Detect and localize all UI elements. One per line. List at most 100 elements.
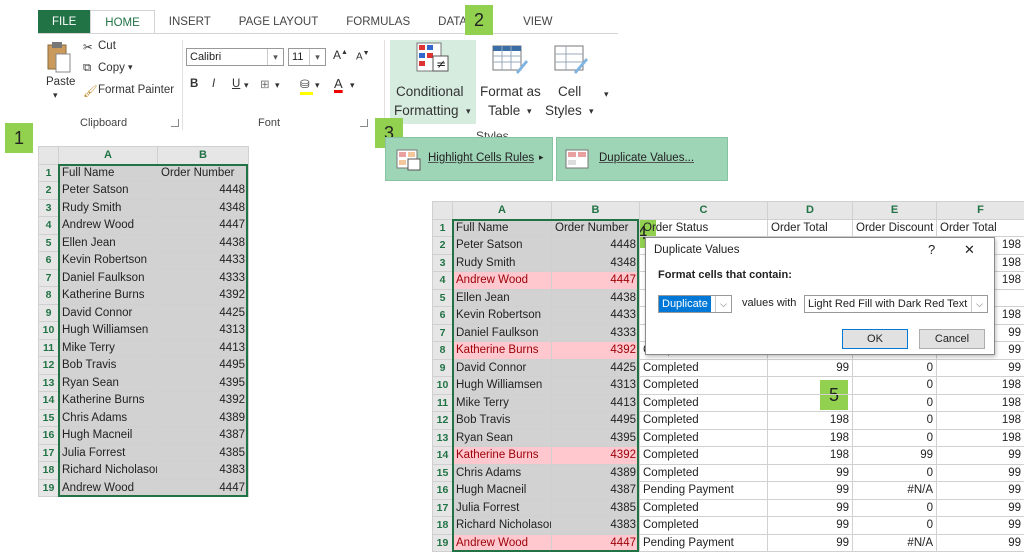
cell[interactable]: 4392 <box>157 391 249 410</box>
cell[interactable]: 4387 <box>551 481 640 500</box>
row-header[interactable]: 17 <box>432 498 453 517</box>
cell[interactable]: 99 <box>936 533 1024 552</box>
tab-page-layout[interactable]: PAGE LAYOUT <box>225 10 332 34</box>
cell[interactable]: 99 <box>936 516 1024 535</box>
chevron-down-icon[interactable]: ▾ <box>309 49 325 65</box>
cell[interactable]: 4448 <box>157 181 249 200</box>
column-header[interactable]: E <box>852 201 937 220</box>
row-header[interactable]: 8 <box>432 341 453 360</box>
chevron-down-icon[interactable]: ⌵ <box>971 296 987 312</box>
cell[interactable]: Hugh Williamsen <box>58 321 158 340</box>
row-header[interactable]: 3 <box>38 198 59 217</box>
cell[interactable]: 99 <box>767 358 853 377</box>
row-header[interactable]: 12 <box>432 411 453 430</box>
row-header[interactable]: 19 <box>432 533 453 552</box>
row-header[interactable]: 1 <box>38 163 59 182</box>
cell[interactable]: 4392 <box>157 286 249 305</box>
cell[interactable]: Andrew Wood <box>452 271 552 290</box>
row-header[interactable]: 18 <box>38 461 59 480</box>
cell[interactable] <box>767 376 853 395</box>
cell[interactable]: Andrew Wood <box>58 216 158 235</box>
chevron-down-icon[interactable]: ⌵ <box>715 296 731 312</box>
row-header[interactable]: 7 <box>432 323 453 342</box>
help-icon[interactable]: ? <box>928 242 935 257</box>
cell[interactable]: Ellen Jean <box>452 288 552 307</box>
column-header[interactable]: D <box>767 201 853 220</box>
row-header[interactable]: 14 <box>432 446 453 465</box>
cell[interactable]: Rudy Smith <box>58 198 158 217</box>
ok-button[interactable]: OK <box>842 329 908 349</box>
row-header[interactable]: 15 <box>38 408 59 427</box>
row-header[interactable]: 10 <box>432 376 453 395</box>
column-header[interactable]: A <box>58 146 158 165</box>
chevron-down-icon[interactable]: ▾ <box>244 80 249 91</box>
format-painter-icon[interactable]: 🖌 <box>83 84 98 98</box>
cell[interactable]: Order Number <box>157 163 249 182</box>
cell[interactable]: 99 <box>936 358 1024 377</box>
cell[interactable]: 198 <box>767 446 853 465</box>
tab-home[interactable]: HOME <box>90 10 155 34</box>
cell[interactable]: 4395 <box>157 373 249 392</box>
cell[interactable]: Order Number <box>551 218 640 237</box>
conditional-formatting-button[interactable]: ≠ Conditional Formatting ▾ <box>390 40 476 124</box>
cell[interactable]: 99 <box>852 446 937 465</box>
row-header[interactable]: 2 <box>38 181 59 200</box>
cell[interactable]: 0 <box>852 376 937 395</box>
cell[interactable]: Chris Adams <box>58 408 158 427</box>
column-header[interactable]: B <box>157 146 249 165</box>
row-header[interactable]: 11 <box>432 393 453 412</box>
chevron-down-icon[interactable]: ▾ <box>315 80 320 91</box>
cell[interactable]: 4495 <box>157 356 249 375</box>
paste-icon[interactable] <box>46 40 72 74</box>
copy-icon[interactable]: ⧉ <box>83 62 91 75</box>
clipboard-launcher-icon[interactable] <box>171 119 179 127</box>
italic-button[interactable]: I <box>212 78 215 90</box>
bold-button[interactable]: B <box>190 78 198 90</box>
select-all-corner[interactable] <box>38 146 59 165</box>
cell[interactable]: 99 <box>767 533 853 552</box>
cell[interactable]: 0 <box>852 498 937 517</box>
cell[interactable]: Andrew Wood <box>452 533 552 552</box>
cell-styles-button[interactable]: Cell Styles ▾ <box>544 40 598 124</box>
column-header[interactable]: C <box>639 201 768 220</box>
cell[interactable]: 99 <box>767 463 853 482</box>
cell[interactable]: 0 <box>852 516 937 535</box>
column-header[interactable]: F <box>936 201 1024 220</box>
cell[interactable]: 4392 <box>551 446 640 465</box>
row-header[interactable]: 2 <box>432 236 453 255</box>
cell[interactable]: 99 <box>936 481 1024 500</box>
cell[interactable]: Full Name <box>58 163 158 182</box>
cell[interactable]: Katherine Burns <box>58 286 158 305</box>
cell[interactable]: 0 <box>852 428 937 447</box>
cut-button[interactable]: Cut <box>98 40 116 52</box>
cell[interactable]: 4447 <box>551 533 640 552</box>
cell[interactable]: 4413 <box>551 393 640 412</box>
cell[interactable]: Richard Nicholason <box>58 461 158 480</box>
column-header[interactable]: B <box>551 201 640 220</box>
cell[interactable]: 4413 <box>157 338 249 357</box>
cell[interactable]: Daniel Faulkson <box>452 323 552 342</box>
cell[interactable]: Full Name <box>452 218 552 237</box>
duplicate-values-item[interactable]: Duplicate Values... <box>556 137 728 181</box>
chevron-down-icon[interactable]: ▾ <box>275 80 280 91</box>
row-header[interactable]: 11 <box>38 338 59 357</box>
row-header[interactable]: 3 <box>432 253 453 272</box>
styles-more-icon[interactable]: ▾ <box>604 89 609 100</box>
copy-dropdown-icon[interactable]: ▾ <box>128 62 133 73</box>
copy-button[interactable]: Copy <box>98 62 125 74</box>
cell[interactable]: Katherine Burns <box>452 446 552 465</box>
row-header[interactable]: 6 <box>38 251 59 270</box>
cell[interactable]: Ryan Sean <box>452 428 552 447</box>
cell[interactable]: David Connor <box>452 358 552 377</box>
highlight-cells-rules-item[interactable]: Highlight Cells Rules ▸ <box>385 137 553 181</box>
cell[interactable]: 4383 <box>157 461 249 480</box>
cell[interactable]: Kevin Robertson <box>452 306 552 325</box>
cell[interactable] <box>767 393 853 412</box>
cell[interactable]: #N/A <box>852 533 937 552</box>
cell[interactable]: 4447 <box>551 271 640 290</box>
rule-type-select[interactable]: Duplicate ⌵ <box>658 295 732 313</box>
cell[interactable]: Chris Adams <box>452 463 552 482</box>
column-header[interactable]: A <box>452 201 552 220</box>
row-header[interactable]: 10 <box>38 321 59 340</box>
cell[interactable]: Completed <box>639 516 768 535</box>
